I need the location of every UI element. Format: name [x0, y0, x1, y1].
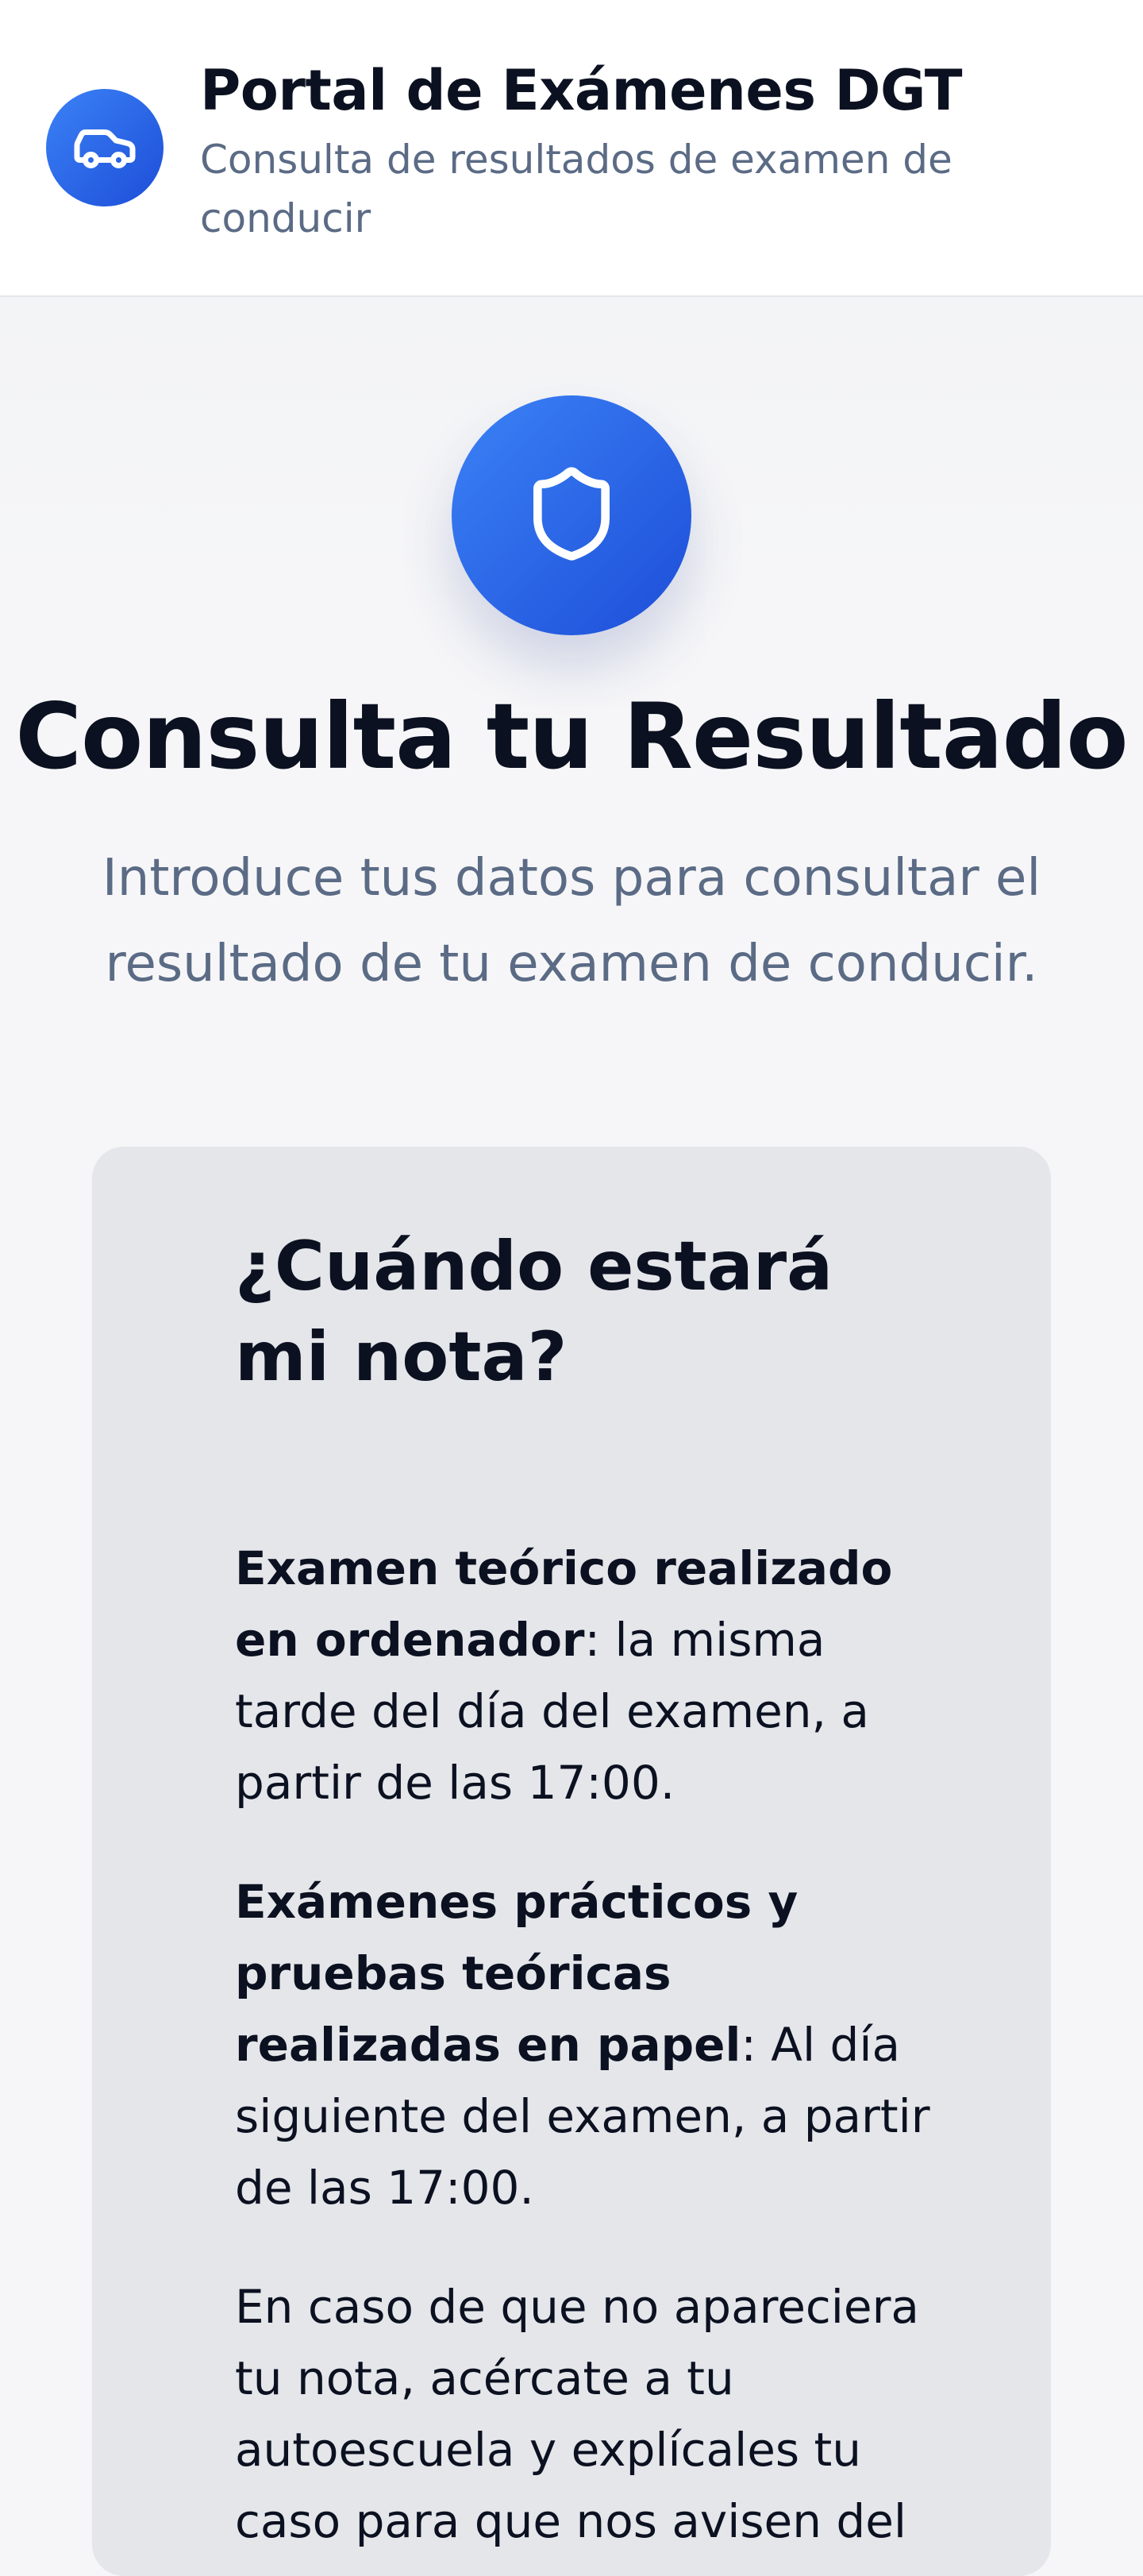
info-item-practical-paper: Exámenes prácticos y pruebas teóricas re…	[235, 1866, 933, 2223]
car-icon	[71, 113, 138, 183]
info-card: ¿Cuándo estará mi nota? Examen teórico r…	[92, 1147, 1051, 2576]
logo-badge	[46, 89, 164, 206]
info-item-label: Exámenes prácticos y pruebas teóricas re…	[235, 1875, 799, 2072]
info-item-theory-computer: Examen teórico realizado en ordenador: l…	[235, 1533, 933, 1818]
info-content: ¿Cuándo estará mi nota? Examen teórico r…	[235, 1221, 933, 2557]
header-text: Portal de Exámenes DGT Consulta de resul…	[200, 54, 1089, 248]
app-subtitle: Consulta de resultados de examen de cond…	[200, 137, 952, 241]
info-title: ¿Cuándo estará mi nota?	[235, 1227, 833, 1397]
page-title: Consulta tu Resultado	[15, 684, 1128, 789]
page-intro: Introduce tus datos para consultar el re…	[102, 849, 1041, 993]
shield-badge	[452, 395, 691, 635]
app-title: Portal de Exámenes DGT	[200, 58, 962, 123]
shield-icon	[521, 463, 622, 568]
app-header: Portal de Exámenes DGT Consulta de resul…	[0, 0, 1143, 297]
info-note: En caso de que no apareciera tu nota, ac…	[235, 2280, 919, 2548]
